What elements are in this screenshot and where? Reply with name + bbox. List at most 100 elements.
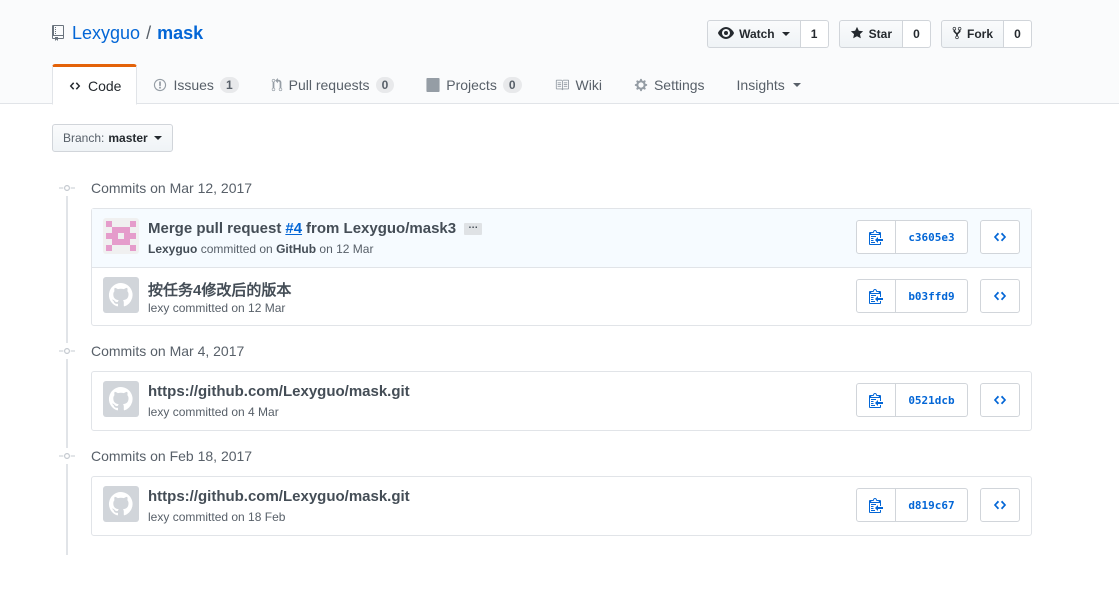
repo-owner-link[interactable]: Lexyguo <box>72 23 140 44</box>
tab-projects[interactable]: Projects 0 <box>410 64 537 104</box>
commit-sha-link[interactable]: c3605e3 <box>896 220 968 254</box>
branch-select-button[interactable]: Branch: master <box>52 124 173 152</box>
repo-title: Lexyguo / mask <box>52 22 203 44</box>
copy-sha-button[interactable] <box>856 220 896 254</box>
pagehead-actions: Watch 1 Star 0 Fork 0 <box>707 20 1032 48</box>
tab-insights[interactable]: Insights <box>721 64 817 104</box>
git-commit-icon <box>58 448 76 464</box>
browse-repo-button[interactable] <box>980 279 1020 313</box>
octocat-avatar-icon <box>103 486 139 522</box>
tab-settings-label: Settings <box>653 77 705 93</box>
browse-repo-button[interactable] <box>980 488 1020 522</box>
commit-group-header: Commits on Mar 4, 2017 <box>58 343 244 359</box>
star-count[interactable]: 0 <box>902 20 931 48</box>
pixel-avatar-icon <box>103 218 139 254</box>
tab-issues[interactable]: Issues 1 <box>137 64 254 104</box>
caret-down-icon <box>153 136 162 140</box>
avatar[interactable] <box>103 486 139 522</box>
clipboard-icon <box>869 230 883 245</box>
repo-header: Lexyguo / mask Watch 1 Star 0 Fork 0 Cod… <box>0 0 1119 105</box>
commit-author[interactable]: lexy <box>148 405 169 419</box>
commit-row: https://github.com/Lexyguo/mask.git lexy… <box>92 477 1031 535</box>
repo-icon <box>52 24 66 42</box>
sha-group: b03ffd9 <box>856 279 968 313</box>
tab-wiki[interactable]: Wiki <box>538 64 618 104</box>
chevron-down-icon <box>792 83 801 87</box>
pull-requests-counter: 0 <box>375 77 395 93</box>
commit-list: https://github.com/Lexyguo/mask.git lexy… <box>91 476 1032 536</box>
browse-repo-button[interactable] <box>980 383 1020 417</box>
commit-title-suffix: from Lexyguo/mask3 <box>306 220 457 237</box>
tab-pull-requests[interactable]: Pull requests 0 <box>255 64 411 104</box>
commit-title[interactable]: https://github.com/Lexyguo/mask.git <box>148 488 410 505</box>
fork-button[interactable]: Fork <box>940 20 1004 48</box>
commit-title[interactable]: 按任务4修改后的版本 <box>148 279 291 300</box>
commit-date: on 12 Mar <box>319 242 374 256</box>
tab-wiki-label: Wiki <box>575 77 602 93</box>
commit-author[interactable]: lexy <box>148 510 169 524</box>
star-label: Star <box>868 27 892 41</box>
commit-title[interactable]: https://github.com/Lexyguo/mask.git <box>148 383 410 400</box>
tab-code[interactable]: Code <box>52 64 138 105</box>
fork-count[interactable]: 0 <box>1004 20 1032 48</box>
commit-group-date: Commits on Mar 12, 2017 <box>91 180 253 196</box>
avatar[interactable] <box>103 218 139 254</box>
commit-group-header: Commits on Feb 18, 2017 <box>58 448 252 464</box>
commit-group-header: Commits on Mar 12, 2017 <box>58 180 252 196</box>
avatar[interactable] <box>103 277 139 313</box>
browse-repo-button[interactable] <box>980 220 1020 254</box>
tab-code-label: Code <box>88 77 122 94</box>
commit-meta-text: committed on 12 Mar <box>172 301 286 315</box>
commit-author[interactable]: Lexyguo <box>148 242 197 256</box>
tab-insights-label: Insights <box>736 77 785 93</box>
avatar[interactable] <box>103 381 139 417</box>
star-group: Star 0 <box>838 20 931 48</box>
star-icon <box>850 26 864 43</box>
tab-issues-label: Issues <box>173 77 214 93</box>
git-commit-icon <box>58 343 76 359</box>
watch-label: Watch <box>739 27 775 41</box>
commit-meta-text: committed on 18 Feb <box>172 510 286 524</box>
clipboard-icon <box>869 289 883 304</box>
commit-meta-text: committed on 4 Mar <box>172 405 279 419</box>
commit-author[interactable]: lexy <box>148 301 169 315</box>
expand-message-button[interactable]: … <box>464 220 483 235</box>
issues-counter: 1 <box>219 77 239 93</box>
star-button[interactable]: Star <box>838 20 903 48</box>
copy-sha-button[interactable] <box>856 488 896 522</box>
clipboard-icon <box>869 498 883 513</box>
book-icon <box>554 78 570 92</box>
watch-button[interactable]: Watch <box>707 20 801 48</box>
watch-group: Watch 1 <box>707 20 829 48</box>
commit-meta: lexy committed on 12 Mar <box>148 301 285 315</box>
commit-sha-link[interactable]: b03ffd9 <box>896 279 968 313</box>
issue-icon <box>153 78 167 92</box>
commit-group-date: Commits on Feb 18, 2017 <box>91 448 253 464</box>
eye-icon <box>718 26 735 42</box>
projects-counter: 0 <box>502 77 522 93</box>
commit-list: Merge pull request #4 from Lexyguo/mask3… <box>91 208 1032 326</box>
octocat-avatar-icon <box>103 381 139 417</box>
tab-pull-requests-label: Pull requests <box>288 77 370 93</box>
copy-sha-button[interactable] <box>856 383 896 417</box>
tab-settings[interactable]: Settings <box>618 64 721 104</box>
caret-down-icon <box>781 32 790 36</box>
commit-sha-link[interactable]: 0521dcb <box>896 383 968 417</box>
copy-sha-button[interactable] <box>856 279 896 313</box>
commit-row: 按任务4修改后的版本 lexy committed on 12 Mar b03f… <box>92 267 1031 325</box>
code-icon <box>993 291 1007 301</box>
repo-name-link[interactable]: mask <box>157 23 203 44</box>
branch-name: master <box>108 131 148 145</box>
fork-label: Fork <box>966 27 993 41</box>
commit-sha-link[interactable]: d819c67 <box>896 488 968 522</box>
watch-count[interactable]: 1 <box>800 20 829 48</box>
commit-group-date: Commits on Mar 4, 2017 <box>91 343 245 359</box>
tab-projects-label: Projects <box>446 77 497 93</box>
commit-title[interactable]: Merge pull request #4 from Lexyguo/mask3… <box>148 220 483 237</box>
fork-icon <box>952 26 962 43</box>
committer-name: GitHub <box>276 242 317 256</box>
commit-title-prefix: Merge pull request <box>148 220 282 237</box>
code-icon <box>68 80 82 92</box>
clipboard-icon <box>869 393 883 408</box>
pull-request-link[interactable]: #4 <box>285 220 302 237</box>
